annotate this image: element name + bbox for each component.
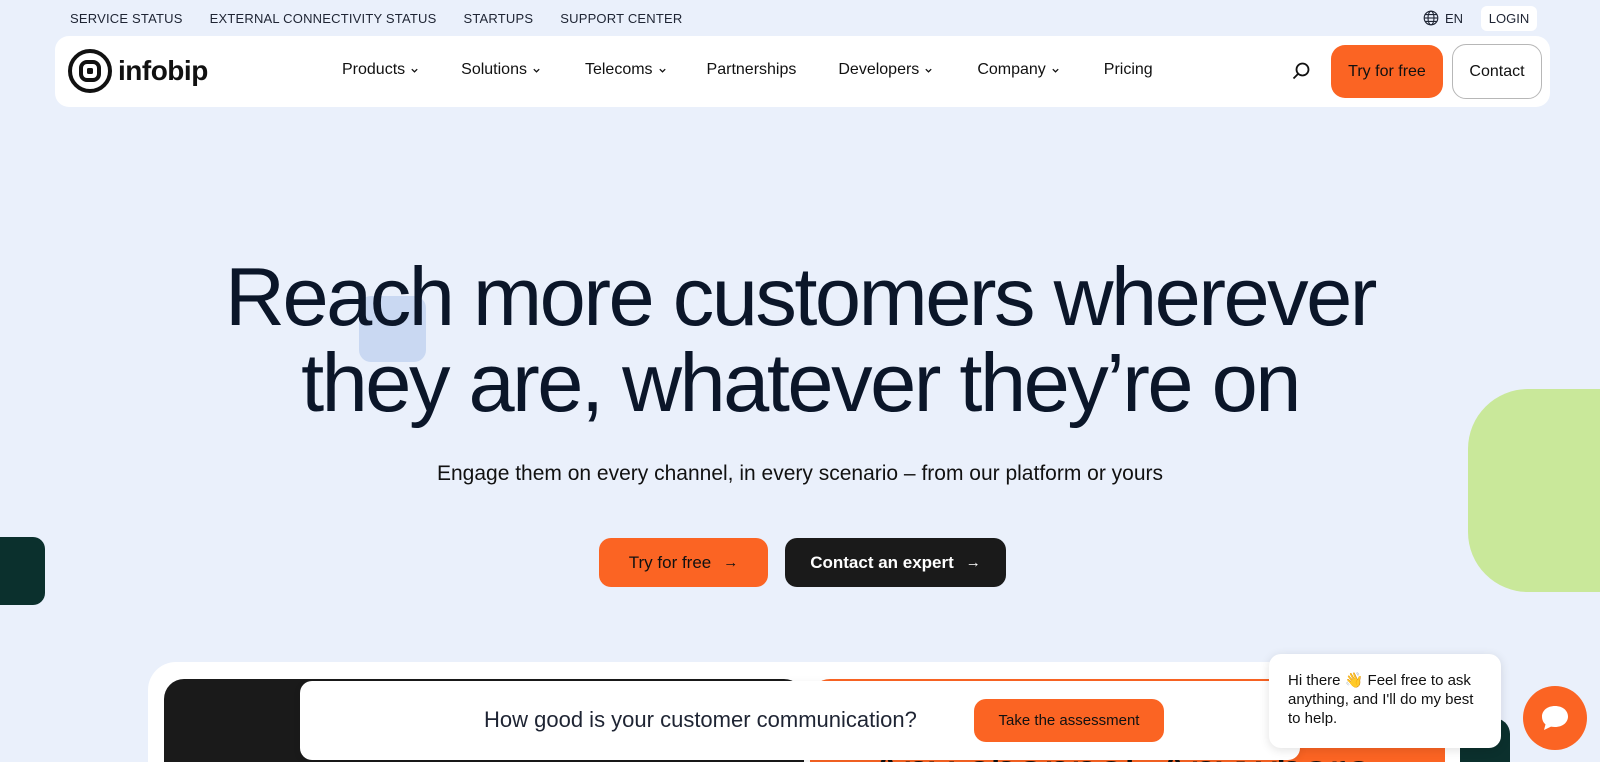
nav-item-solutions[interactable]: Solutions (461, 61, 541, 79)
chat-launcher-button[interactable] (1523, 686, 1587, 750)
utility-bar: SERVICE STATUS EXTERNAL CONNECTIVITY STA… (0, 0, 1600, 36)
chat-greeting-bubble[interactable]: Hi there 👋 Feel free to ask anything, an… (1269, 654, 1501, 748)
logo-text: infobip (118, 55, 208, 86)
utility-link-startups[interactable]: STARTUPS (463, 11, 533, 26)
hero-title-line2: they are, whatever they’re on (301, 336, 1301, 429)
contact-button[interactable]: Contact (1452, 44, 1542, 99)
nav-item-label: Products (342, 61, 406, 78)
hero-try-for-free-button[interactable]: Try for free → (599, 538, 768, 587)
nav-item-label: Solutions (461, 61, 527, 78)
utility-link-service-status[interactable]: SERVICE STATUS (70, 11, 183, 26)
logo[interactable]: infobip (68, 49, 208, 93)
login-button[interactable]: LOGIN (1481, 6, 1537, 31)
hero-subtitle: Engage them on every channel, in every s… (436, 462, 1164, 485)
chevron-down-icon (533, 68, 540, 73)
utility-link-external-connectivity-status[interactable]: EXTERNAL CONNECTIVITY STATUS (210, 11, 437, 26)
chat-bubble-icon (1542, 706, 1568, 730)
nav-item-label: Pricing (1103, 61, 1153, 78)
decorative-shape-left (0, 537, 45, 605)
assessment-text: How good is your customer communication? (484, 707, 917, 732)
nav-item-products[interactable]: Products (342, 61, 419, 79)
nav-item-pricing[interactable]: Pricing (1104, 61, 1153, 79)
nav-item-label: Developers (838, 61, 920, 78)
chevron-down-icon (925, 68, 932, 73)
nav-item-label: Partnerships (706, 61, 797, 78)
hero-title-line1: Reach more customers wherever (225, 250, 1377, 343)
infobip-logo-icon (68, 49, 112, 93)
hero-try-label: Try for free (628, 552, 712, 572)
hero-title: Reach more customers wherever they are, … (0, 254, 1600, 426)
language-label: EN (1445, 10, 1464, 26)
try-for-free-button[interactable]: Try for free (1331, 45, 1443, 98)
search-icon[interactable] (1290, 60, 1312, 82)
utility-link-support-center[interactable]: SUPPORT CENTER (560, 11, 682, 26)
assessment-banner: How good is your customer communication?… (300, 681, 1300, 760)
nav-item-company[interactable]: Company (977, 61, 1059, 79)
hero-contact-expert-button[interactable]: Contact an expert → (785, 538, 1006, 587)
nav-item-label: Telecoms (584, 61, 653, 78)
utility-links: SERVICE STATUS EXTERNAL CONNECTIVITY STA… (70, 11, 682, 26)
chevron-down-icon (1052, 68, 1059, 73)
chevron-down-icon (411, 68, 418, 73)
arrow-right-icon: → (723, 554, 739, 571)
arrow-right-icon: → (965, 554, 981, 571)
take-assessment-button[interactable]: Take the assessment (974, 699, 1164, 742)
nav-menu: Products Solutions Telecoms Partnerships… (342, 61, 1153, 79)
nav-item-label: Company (977, 61, 1046, 78)
nav-item-developers[interactable]: Developers (838, 61, 933, 79)
chevron-down-icon (658, 68, 666, 73)
hero-contact-label: Contact an expert (810, 552, 954, 572)
main-navbar: infobip Products Solutions Telecoms Part… (55, 36, 1550, 107)
nav-item-partnerships[interactable]: Partnerships (707, 61, 797, 79)
nav-item-telecoms[interactable]: Telecoms (585, 61, 667, 79)
language-selector[interactable]: EN (1423, 10, 1463, 26)
globe-icon (1423, 10, 1439, 26)
